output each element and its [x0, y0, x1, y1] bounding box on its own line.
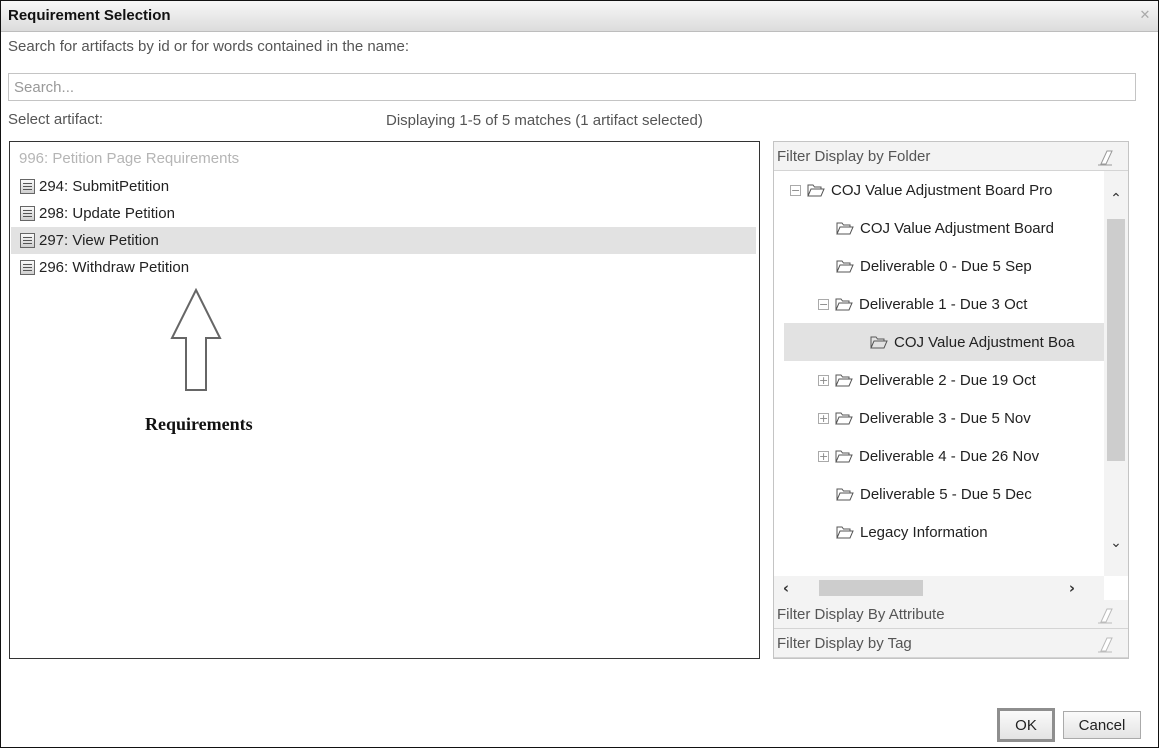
- match-status: Displaying 1-5 of 5 matches (1 artifact …: [386, 112, 703, 129]
- tree-node[interactable]: COJ Value Adjustment Board: [836, 209, 1054, 247]
- filter-by-folder-label: Filter Display by Folder: [777, 148, 931, 165]
- tree-node[interactable]: Deliverable 0 - Due 5 Sep: [836, 247, 1032, 285]
- list-item[interactable]: 296: Withdraw Petition: [11, 254, 756, 281]
- vertical-scrollbar[interactable]: ⌃ ⌄: [1104, 171, 1128, 576]
- filter-panel: Filter Display by Folder − COJ Value Adj…: [773, 141, 1129, 659]
- eraser-icon[interactable]: [1096, 607, 1114, 625]
- filter-by-attribute-header[interactable]: Filter Display By Attribute: [774, 600, 1128, 629]
- tree-node-label: Deliverable 0 - Due 5 Sep: [860, 257, 1032, 275]
- up-arrow-icon: [170, 288, 222, 391]
- filter-by-attribute-label: Filter Display By Attribute: [777, 606, 945, 623]
- list-item-label: 294: SubmitPetition: [39, 178, 170, 195]
- filter-by-tag-header[interactable]: Filter Display by Tag: [774, 629, 1128, 658]
- tree-node-selected[interactable]: COJ Value Adjustment Boa: [784, 323, 1104, 361]
- folder-open-icon: [836, 526, 854, 538]
- scroll-right-icon[interactable]: ›: [1064, 579, 1080, 597]
- requirement-selection-dialog: Requirement Selection ✕ Search for artif…: [0, 0, 1159, 748]
- eraser-icon[interactable]: [1096, 149, 1114, 167]
- folder-open-icon: [835, 374, 853, 386]
- collapse-icon[interactable]: −: [790, 184, 801, 196]
- tree-node-label: Deliverable 5 - Due 5 Dec: [860, 485, 1032, 503]
- list-item-label: 296: Withdraw Petition: [39, 259, 190, 276]
- tree-node-label: Legacy Information: [860, 523, 988, 541]
- requirements-annotation: Requirements: [145, 414, 253, 434]
- tree-node-label: Deliverable 3 - Due 5 Nov: [859, 409, 1031, 427]
- tree-node[interactable]: Legacy Information: [836, 513, 988, 551]
- tree-node[interactable]: − Deliverable 1 - Due 3 Oct: [818, 285, 1027, 323]
- tree-node-label: COJ Value Adjustment Board: [860, 219, 1054, 237]
- scroll-down-icon[interactable]: ⌄: [1108, 535, 1124, 551]
- folder-open-icon: [835, 298, 853, 310]
- horizontal-scroll-thumb[interactable]: [819, 580, 923, 596]
- filter-by-folder-header[interactable]: Filter Display by Folder: [774, 142, 1128, 171]
- list-item[interactable]: 298: Update Petition: [11, 200, 756, 227]
- tree-node[interactable]: + Deliverable 3 - Due 5 Nov: [818, 399, 1031, 437]
- search-prompt: Search for artifacts by id or for words …: [8, 38, 410, 55]
- list-item-selected[interactable]: 297: View Petition: [11, 227, 756, 254]
- requirement-icon: [20, 206, 35, 221]
- tree-node[interactable]: + Deliverable 2 - Due 19 Oct: [818, 361, 1036, 399]
- scroll-left-icon[interactable]: ‹: [778, 579, 794, 597]
- folder-open-icon: [836, 260, 854, 272]
- requirement-icon: [20, 233, 35, 248]
- collapse-icon[interactable]: −: [818, 298, 829, 310]
- folder-open-icon: [836, 488, 854, 500]
- artifact-list-header: 996: Petition Page Requirements: [19, 150, 240, 167]
- tree-node-label: Deliverable 2 - Due 19 Oct: [859, 371, 1036, 389]
- folder-open-icon: [870, 336, 888, 348]
- scroll-up-icon[interactable]: ⌃: [1108, 191, 1124, 207]
- tree-node-label: Deliverable 4 - Due 26 Nov: [859, 447, 1040, 465]
- folder-open-icon: [836, 222, 854, 234]
- filter-by-tag-label: Filter Display by Tag: [777, 635, 912, 652]
- title-bar: Requirement Selection ✕: [1, 1, 1158, 32]
- search-input[interactable]: [8, 73, 1136, 101]
- ok-button[interactable]: OK: [997, 708, 1055, 742]
- eraser-icon[interactable]: [1096, 636, 1114, 654]
- list-item[interactable]: 294: SubmitPetition: [11, 173, 756, 200]
- expand-icon[interactable]: +: [818, 412, 829, 424]
- requirement-icon: [20, 179, 35, 194]
- tree-node[interactable]: Deliverable 5 - Due 5 Dec: [836, 475, 1032, 513]
- close-icon[interactable]: ✕: [1138, 8, 1152, 22]
- horizontal-scrollbar[interactable]: ‹ ›: [774, 576, 1104, 600]
- vertical-scroll-thumb[interactable]: [1107, 219, 1125, 461]
- artifact-list: 996: Petition Page Requirements 294: Sub…: [9, 141, 760, 659]
- tree-node[interactable]: − COJ Value Adjustment Board Pro: [790, 171, 1053, 209]
- dialog-title: Requirement Selection: [8, 7, 171, 24]
- cancel-button[interactable]: Cancel: [1063, 711, 1141, 739]
- folder-tree: − COJ Value Adjustment Board Pro COJ Val…: [774, 171, 1104, 576]
- requirement-icon: [20, 260, 35, 275]
- tree-node-label: COJ Value Adjustment Boa: [894, 333, 1075, 351]
- folder-open-icon: [835, 412, 853, 424]
- expand-icon[interactable]: +: [818, 374, 829, 386]
- expand-icon[interactable]: +: [818, 450, 829, 462]
- list-item-label: 297: View Petition: [39, 232, 159, 249]
- tree-node-label: Deliverable 1 - Due 3 Oct: [859, 295, 1028, 313]
- folder-open-icon: [807, 184, 825, 196]
- list-item-label: 298: Update Petition: [39, 205, 175, 222]
- select-artifact-label: Select artifact:: [8, 111, 104, 128]
- tree-node[interactable]: + Deliverable 4 - Due 26 Nov: [818, 437, 1039, 475]
- tree-node-label: COJ Value Adjustment Board Pro: [831, 181, 1053, 199]
- folder-open-icon: [835, 450, 853, 462]
